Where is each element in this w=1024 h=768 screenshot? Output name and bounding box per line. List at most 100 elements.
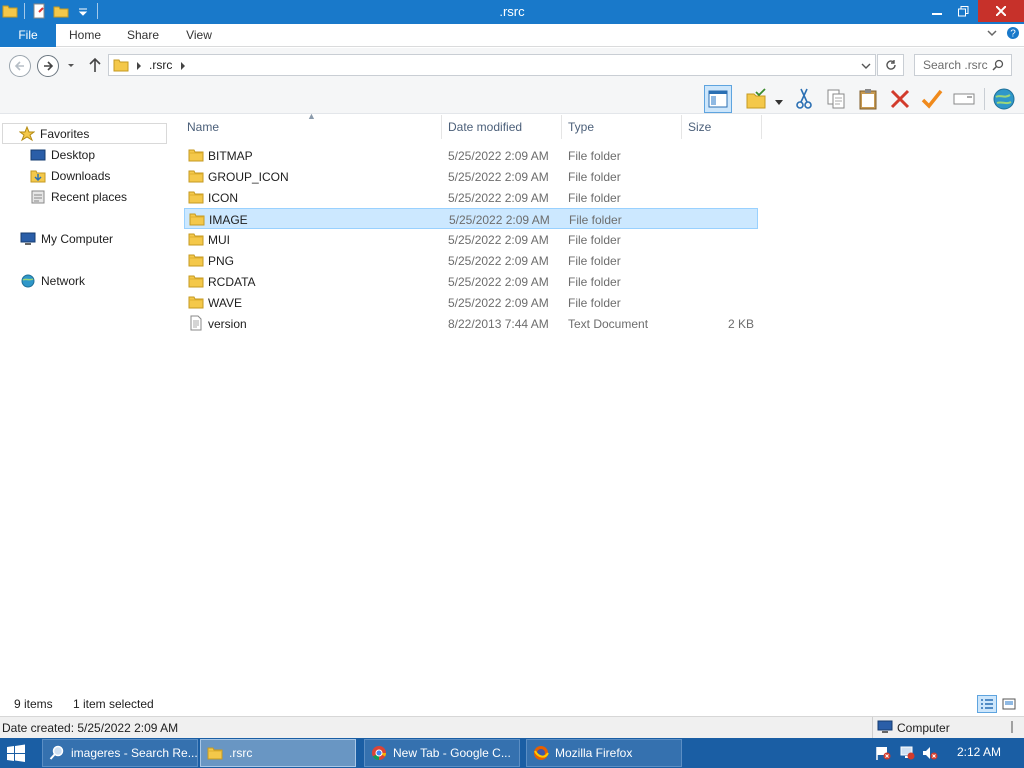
copy-button[interactable] [822, 85, 850, 113]
nav-favorites[interactable]: Favorites [18, 124, 89, 144]
file-row[interactable]: version 8/22/2013 7:44 AM Text Document 2 K… [184, 313, 758, 334]
forward-button[interactable] [37, 55, 59, 77]
file-row[interactable]: BITMAP 5/25/2022 2:09 AM File folder [184, 145, 758, 166]
apply-button[interactable] [918, 85, 946, 113]
expand-ribbon-chevron-icon[interactable] [986, 27, 998, 42]
taskbar-button[interactable]: Mozilla Firefox [526, 739, 682, 767]
file-row[interactable]: PNG 5/25/2022 2:09 AM File folder [184, 250, 758, 271]
nav-my-computer-label: My Computer [41, 232, 114, 246]
file-type: File folder [568, 149, 621, 163]
cut-button[interactable] [790, 85, 818, 113]
minimize-button[interactable] [924, 0, 950, 22]
column-headers: ▲ Name Date modified Type Size [183, 111, 763, 139]
preview-pane-button[interactable] [704, 85, 732, 113]
clock[interactable]: 2:12 AM [957, 745, 1001, 759]
start-button[interactable] [6, 744, 26, 762]
nav-network[interactable]: Network [20, 271, 85, 291]
address-history-chevron-icon[interactable] [861, 60, 871, 74]
network-icon [20, 273, 36, 289]
close-button[interactable] [978, 0, 1024, 22]
folder-check-icon [746, 88, 766, 109]
tab-file[interactable]: File [0, 24, 56, 47]
action-center-flag-icon[interactable] [875, 746, 891, 760]
breadcrumb-chevron-icon[interactable] [135, 60, 143, 74]
folder-options-button[interactable] [742, 85, 770, 113]
command-toolbar [0, 82, 1024, 114]
folder-icon [188, 294, 204, 310]
file-row[interactable]: WAVE 5/25/2022 2:09 AM File folder [184, 292, 758, 313]
file-date-modified: 5/25/2022 2:09 AM [449, 213, 550, 227]
toolbar-separator [984, 88, 985, 110]
search-icon [49, 745, 65, 761]
file-date-modified: 8/22/2013 7:44 AM [448, 317, 549, 331]
delete-button[interactable] [886, 85, 914, 113]
back-button[interactable] [9, 55, 31, 77]
column-header-name[interactable]: Name [187, 120, 219, 134]
column-header-date-modified[interactable]: Date modified [448, 120, 522, 134]
column-divider[interactable] [681, 115, 682, 139]
breadcrumb-rsrc[interactable]: .rsrc [149, 58, 172, 72]
recent-locations-chevron-icon[interactable] [66, 60, 76, 74]
file-row[interactable]: MUI 5/25/2022 2:09 AM File folder [184, 229, 758, 250]
file-type: File folder [568, 233, 621, 247]
search-box[interactable]: Search .rsrc [914, 54, 1012, 76]
taskbar-button[interactable]: imageres - Search Re... [42, 739, 198, 767]
search-placeholder: Search .rsrc [923, 58, 988, 72]
maximize-button[interactable] [950, 0, 976, 22]
file-name: WAVE [208, 296, 243, 310]
address-bar[interactable]: .rsrc [108, 54, 876, 76]
paste-button[interactable] [854, 85, 882, 113]
taskbar-button[interactable]: New Tab - Google C... [364, 739, 520, 767]
taskbar-button-label: New Tab - Google C... [393, 746, 511, 760]
downloads-folder-icon [30, 168, 46, 184]
file-name: ICON [208, 191, 238, 205]
column-divider[interactable] [441, 115, 442, 139]
search-icon [992, 59, 1004, 74]
nav-item-downloads[interactable]: Downloads [30, 166, 110, 186]
folder-icon [113, 57, 129, 76]
file-name: IMAGE [209, 213, 248, 227]
file-date-modified: 5/25/2022 2:09 AM [448, 191, 549, 205]
taskbar-button[interactable]: .rsrc [200, 739, 356, 767]
tab-share[interactable]: Share [118, 24, 168, 47]
large-icons-view-button[interactable] [999, 695, 1019, 713]
nav-my-computer[interactable]: My Computer [20, 229, 113, 249]
globe-icon [993, 88, 1015, 110]
file-name: GROUP_ICON [208, 170, 289, 184]
tab-view[interactable]: View [176, 24, 222, 47]
file-row[interactable]: IMAGE 5/25/2022 2:09 AM File folder [184, 208, 758, 229]
file-name: RCDATA [208, 275, 256, 289]
network-tray-icon[interactable] [899, 746, 915, 760]
breadcrumb-chevron-icon[interactable] [179, 60, 187, 74]
sort-ascending-icon: ▲ [307, 111, 316, 121]
up-button[interactable] [88, 57, 102, 76]
file-type: File folder [568, 254, 621, 268]
nav-item-recent-places[interactable]: Recent places [30, 187, 127, 207]
globe-button[interactable] [990, 85, 1018, 113]
resize-grip-icon[interactable] [1008, 720, 1020, 737]
file-date-modified: 5/25/2022 2:09 AM [448, 254, 549, 268]
rename-button[interactable] [950, 85, 978, 113]
file-row[interactable]: ICON 5/25/2022 2:09 AM File folder [184, 187, 758, 208]
details-view-button[interactable] [977, 695, 997, 713]
computer-icon [877, 720, 893, 737]
help-icon[interactable]: ? [1006, 26, 1020, 43]
minimize-icon [932, 13, 942, 15]
column-header-type[interactable]: Type [568, 120, 594, 134]
file-row[interactable]: GROUP_ICON 5/25/2022 2:09 AM File folder [184, 166, 758, 187]
refresh-button[interactable] [877, 54, 904, 76]
column-header-size[interactable]: Size [688, 120, 711, 134]
details-view-icon [981, 699, 993, 709]
file-type: Text Document [568, 317, 649, 331]
volume-muted-icon[interactable] [922, 746, 938, 760]
column-divider[interactable] [761, 115, 762, 139]
nav-item-desktop[interactable]: Desktop [30, 145, 95, 165]
tab-home[interactable]: Home [60, 24, 110, 47]
large-icons-view-icon [1002, 698, 1016, 710]
title-bar: .rsrc [0, 0, 1024, 24]
column-divider[interactable] [561, 115, 562, 139]
folder-options-chevron-icon[interactable] [775, 95, 783, 109]
nav-item-label: Downloads [51, 169, 111, 183]
file-row[interactable]: RCDATA 5/25/2022 2:09 AM File folder [184, 271, 758, 292]
nav-item-label: Desktop [51, 148, 96, 162]
